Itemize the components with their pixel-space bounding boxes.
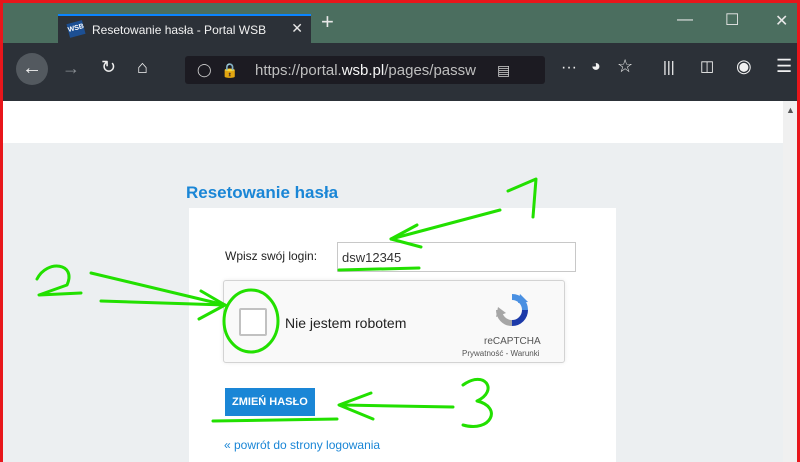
url-bar[interactable]: ◯ 🔒 https://portal.wsb.pl/pages/passw ▤ [185,56,545,84]
login-label: Wpisz swój login: [225,249,318,263]
minimize-icon[interactable]: — [677,11,693,29]
back-to-login-link[interactable]: « powrót do strony logowania [224,438,380,452]
library-icon[interactable]: ||| [663,58,675,78]
reader-view-icon[interactable]: ▤ [497,62,510,79]
menu-icon[interactable]: ☰ [776,56,792,76]
navigation-toolbar: ← → ↻ ⌂ ◯ 🔒 https://portal.wsb.pl/pages/… [3,43,797,101]
lock-icon[interactable]: 🔒 [221,62,238,79]
reset-password-form: Wpisz swój login: Nie jestem robotem reC… [189,208,616,462]
account-icon[interactable]: ◉ [736,56,752,76]
recaptcha-logo-icon [496,294,528,326]
recaptcha-brand: reCAPTCHA [484,336,541,347]
back-arrow-icon[interactable]: ← [16,53,48,85]
bookmark-star-icon[interactable]: ☆ [617,56,633,76]
url-text[interactable]: https://portal.wsb.pl/pages/passw [255,62,476,79]
login-input[interactable] [337,242,576,272]
change-password-button[interactable]: ZMIEŃ HASŁO [225,388,315,416]
scrollbar[interactable]: ▲ [783,101,797,462]
browser-window: WSB Resetowanie hasła - Portal WSB ✕ + —… [0,0,800,462]
wsb-favicon-icon: WSB [66,20,86,38]
home-icon[interactable]: ⌂ [137,57,148,77]
pocket-icon[interactable]: ◕ [591,57,601,77]
captcha-label: Nie jestem robotem [285,315,407,331]
recaptcha-links[interactable]: Prywatność - Warunki [462,349,540,358]
new-tab-button[interactable]: + [321,11,334,33]
recaptcha-widget: Nie jestem robotem reCAPTCHA Prywatność … [223,280,565,363]
tab-active[interactable]: WSB Resetowanie hasła - Portal WSB ✕ [58,14,311,43]
captcha-checkbox[interactable] [239,308,267,336]
maximize-icon[interactable]: ☐ [725,10,739,30]
reload-icon[interactable]: ↻ [101,57,116,77]
forward-arrow-icon[interactable]: → [62,58,80,78]
tab-strip: WSB Resetowanie hasła - Portal WSB ✕ + —… [3,3,797,43]
page-actions-icon[interactable]: ··· [561,58,577,78]
sidebar-icon[interactable]: ◫ [700,57,714,77]
page-content: ▲ Resetowanie hasła Wpisz swój login: Ni… [3,101,797,462]
scroll-up-icon[interactable]: ▲ [786,105,795,115]
shield-icon[interactable]: ◯ [197,62,212,78]
tab-title: Resetowanie hasła - Portal WSB [92,23,267,37]
window-close-icon[interactable]: ✕ [775,11,788,31]
page-header-area [3,101,797,143]
tab-close-icon[interactable]: ✕ [291,20,303,37]
page-title: Resetowanie hasła [186,183,339,202]
